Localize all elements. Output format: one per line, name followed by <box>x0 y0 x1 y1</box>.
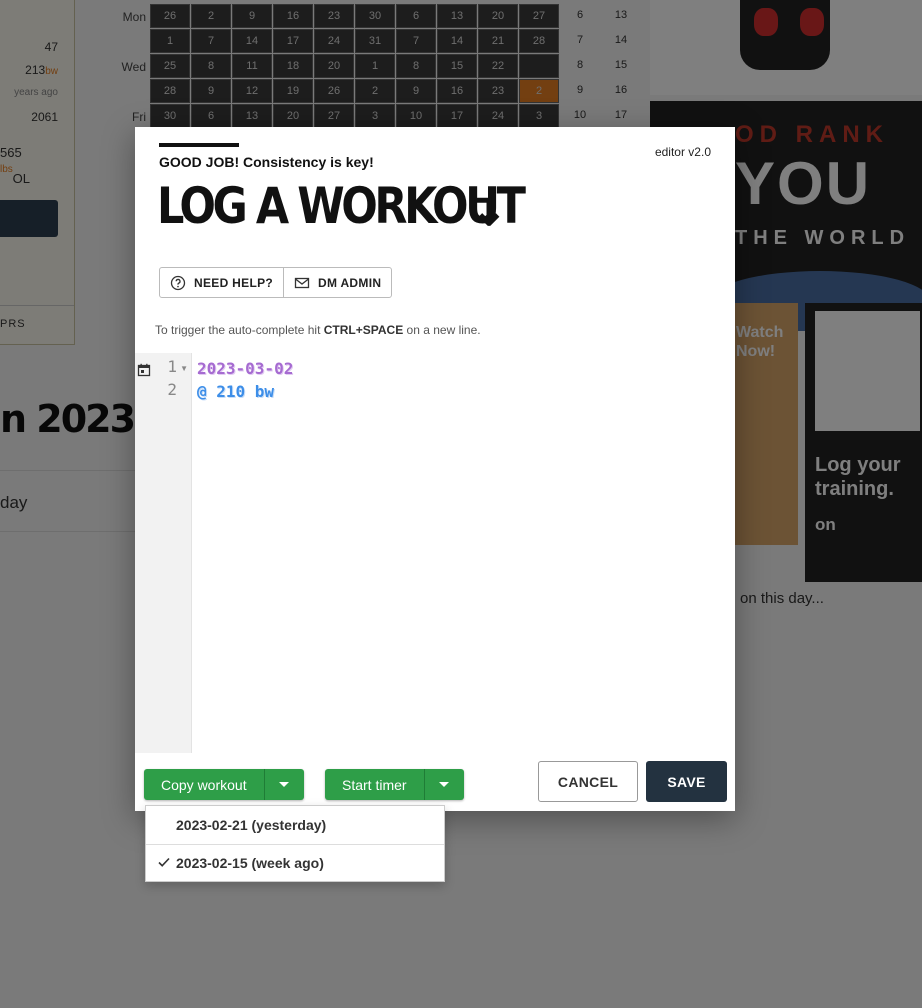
modal-accent-bar <box>159 143 239 147</box>
workout-editor[interactable]: 1 ▼ 2 2023-03-02 @ 210 bw <box>135 353 735 753</box>
caret-down-icon <box>439 782 450 787</box>
cancel-button[interactable]: CANCEL <box>538 761 638 802</box>
editor-content[interactable]: 2023-03-02 @ 210 bw <box>197 357 293 403</box>
menu-item-label: 2023-02-21 (yesterday) <box>176 816 327 833</box>
help-button-group: NEED HELP? DM ADMIN <box>159 267 393 298</box>
start-timer-button[interactable]: Start timer <box>325 769 424 800</box>
editor-version: editor v2.0 <box>654 145 711 159</box>
copy-workout-split-button: Copy workout <box>144 769 304 800</box>
shortcut-key: CTRL+SPACE <box>323 323 404 337</box>
save-button[interactable]: SAVE <box>646 761 727 802</box>
modal-kicker: GOOD JOB! Consistency is key! <box>159 154 374 170</box>
dm-admin-label: DM ADMIN <box>318 275 382 290</box>
start-timer-dropdown-toggle[interactable] <box>423 769 464 800</box>
dm-admin-button[interactable]: DM ADMIN <box>283 268 391 297</box>
log-workout-modal: editor v2.0 GOOD JOB! Consistency is key… <box>135 127 735 811</box>
start-timer-split-button: Start timer <box>325 769 464 800</box>
menu-item-label: 2023-02-15 (week ago) <box>176 855 324 871</box>
need-help-label: NEED HELP? <box>194 275 274 290</box>
autocomplete-hint: To trigger the auto-complete hit CTRL+SP… <box>155 323 481 337</box>
copy-workout-button[interactable]: Copy workout <box>144 769 264 800</box>
code-line-date: 2023-03-02 <box>197 359 294 378</box>
help-circle-icon <box>170 275 186 290</box>
calendar-icon[interactable] <box>137 363 151 377</box>
copy-workout-dropdown-toggle[interactable] <box>263 769 304 800</box>
editor-gutter: 1 ▼ 2 <box>135 353 192 753</box>
line-number: 2 <box>167 380 177 399</box>
down-arrow-icon: ↴ <box>465 186 502 235</box>
copy-workout-menu: 2023-02-21 (yesterday) 2023-02-15 (week … <box>145 805 445 882</box>
menu-item-yesterday[interactable]: 2023-02-21 (yesterday) <box>146 806 444 843</box>
line-number: 1 <box>167 357 177 376</box>
mail-icon <box>294 277 310 288</box>
checkmark-icon <box>158 857 170 867</box>
menu-item-week-ago[interactable]: 2023-02-15 (week ago) <box>146 844 444 881</box>
fold-arrow-icon[interactable]: ▼ <box>180 364 188 373</box>
caret-down-icon <box>279 782 290 787</box>
need-help-button[interactable]: NEED HELP? <box>160 268 283 297</box>
code-line-bodyweight: @ 210 bw <box>197 382 275 401</box>
